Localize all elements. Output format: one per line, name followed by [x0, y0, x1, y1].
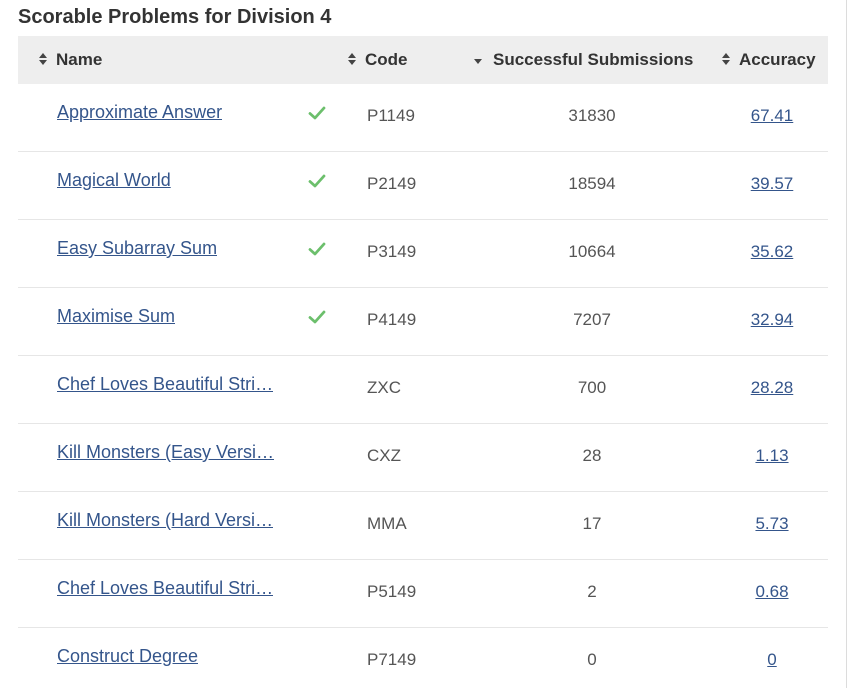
problem-name-link[interactable]: Kill Monsters (Hard Versi… — [57, 510, 273, 531]
successful-submissions: 7207 — [573, 310, 611, 329]
accuracy-cell: 28.28 — [718, 378, 826, 398]
table-row: Construct Degree P7149 0 0 — [18, 628, 828, 688]
sort-desc-icon — [474, 59, 482, 65]
table-body: Approximate Answer P1149 31830 67.41 Magical… — [18, 84, 828, 688]
checkmark-icon — [308, 240, 326, 258]
problem-name-link[interactable]: Chef Loves Beautiful Stri… — [57, 578, 273, 599]
sort-icon — [347, 52, 357, 66]
problem-name-link[interactable]: Kill Monsters (Easy Versi… — [57, 442, 274, 463]
column-header-name[interactable]: Name — [38, 36, 102, 84]
problem-code: P4149 — [367, 310, 417, 329]
column-header-code[interactable]: Code — [347, 36, 408, 84]
successful-submissions: 10664 — [568, 242, 616, 261]
panel-border — [846, 0, 847, 688]
accuracy-link[interactable]: 32.94 — [751, 310, 794, 329]
column-label-name: Name — [56, 50, 103, 69]
column-header-accuracy[interactable]: Accuracy — [721, 36, 816, 84]
problem-name-link[interactable]: Approximate Answer — [57, 102, 222, 123]
accuracy-link[interactable]: 1.13 — [755, 446, 788, 465]
problem-name-link[interactable]: Chef Loves Beautiful Stri… — [57, 374, 273, 395]
successful-submissions: 2 — [587, 582, 597, 601]
successful-submissions: 31830 — [568, 106, 616, 125]
problem-code: P1149 — [367, 106, 415, 125]
problem-name-link[interactable]: Magical World — [57, 170, 171, 191]
accuracy-link[interactable]: 0 — [767, 650, 776, 669]
problem-code: MMA — [367, 514, 407, 533]
successful-submissions: 28 — [582, 446, 602, 465]
accuracy-cell: 32.94 — [718, 310, 826, 330]
problems-table: Name Code Successful Submissions Accurac… — [18, 36, 828, 688]
section-title: Scorable Problems for Division 4 — [18, 6, 332, 28]
problem-name-link[interactable]: Easy Subarray Sum — [57, 238, 217, 259]
accuracy-cell: 1.13 — [718, 446, 826, 466]
problem-code: ZXC — [367, 378, 401, 397]
successful-submissions: 18594 — [568, 174, 616, 193]
table-row: Kill Monsters (Hard Versi… MMA 17 5.73 — [18, 492, 828, 560]
sort-icon — [38, 52, 48, 66]
column-label-code: Code — [365, 50, 408, 69]
successful-submissions: 17 — [582, 514, 602, 533]
table-row: Chef Loves Beautiful Stri… ZXC 700 28.28 — [18, 356, 828, 424]
page: Scorable Problems for Division 4 Name Co… — [0, 0, 858, 688]
checkmark-icon — [308, 104, 326, 122]
table-row: Maximise Sum P4149 7207 32.94 — [18, 288, 828, 356]
table-row: Magical World P2149 18594 39.57 — [18, 152, 828, 220]
accuracy-cell: 67.41 — [718, 106, 826, 126]
accuracy-cell: 0.68 — [718, 582, 826, 602]
column-label-submissions: Successful Submissions — [493, 50, 694, 69]
column-header-submissions[interactable]: Successful Submissions — [474, 36, 693, 84]
accuracy-cell: 0 — [718, 650, 826, 670]
problem-code: CXZ — [367, 446, 401, 465]
table-row: Approximate Answer P1149 31830 67.41 — [18, 84, 828, 152]
accuracy-cell: 35.62 — [718, 242, 826, 262]
accuracy-link[interactable]: 67.41 — [751, 106, 794, 125]
problem-name-link[interactable]: Maximise Sum — [57, 306, 175, 327]
successful-submissions: 0 — [587, 650, 597, 669]
column-label-accuracy: Accuracy — [739, 50, 816, 69]
sort-icon — [721, 52, 731, 66]
problem-code: P7149 — [367, 650, 417, 669]
accuracy-cell: 39.57 — [718, 174, 826, 194]
accuracy-link[interactable]: 39.57 — [751, 174, 794, 193]
checkmark-icon — [308, 308, 326, 326]
table-row: Kill Monsters (Easy Versi… CXZ 28 1.13 — [18, 424, 828, 492]
problem-code: P2149 — [367, 174, 417, 193]
accuracy-link[interactable]: 5.73 — [755, 514, 788, 533]
successful-submissions: 700 — [577, 378, 607, 397]
accuracy-link[interactable]: 35.62 — [751, 242, 794, 261]
problem-code: P5149 — [367, 582, 417, 601]
accuracy-link[interactable]: 0.68 — [755, 582, 788, 601]
accuracy-cell: 5.73 — [718, 514, 826, 534]
accuracy-link[interactable]: 28.28 — [751, 378, 794, 397]
table-row: Easy Subarray Sum P3149 10664 35.62 — [18, 220, 828, 288]
problem-code: P3149 — [367, 242, 417, 261]
table-row: Chef Loves Beautiful Stri… P5149 2 0.68 — [18, 560, 828, 628]
checkmark-icon — [308, 172, 326, 190]
problem-name-link[interactable]: Construct Degree — [57, 646, 198, 667]
table-header: Name Code Successful Submissions Accurac… — [18, 36, 828, 84]
